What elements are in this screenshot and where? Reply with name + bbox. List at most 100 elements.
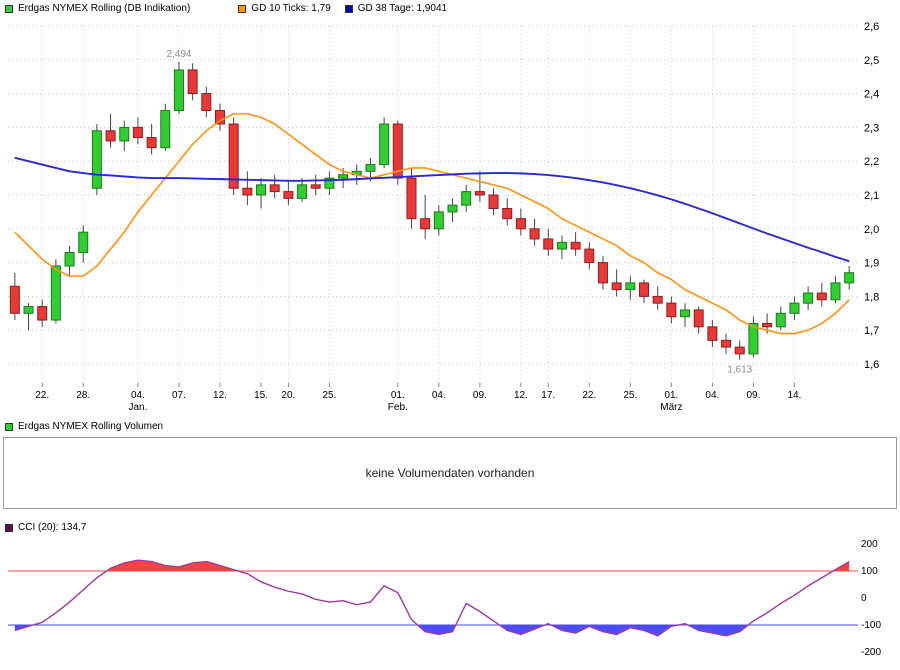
candle	[243, 171, 252, 205]
gd38-label: GD 38 Tage: 1,9041	[358, 3, 447, 14]
candle	[544, 229, 553, 256]
svg-text:04.: 04.	[705, 390, 719, 401]
candle	[147, 124, 156, 154]
candle	[79, 225, 88, 262]
month-label: Jan.	[128, 402, 147, 413]
svg-text:-200: -200	[861, 647, 881, 658]
svg-text:2,6: 2,6	[864, 21, 879, 33]
candle	[790, 296, 799, 320]
candles	[10, 62, 853, 360]
candle	[667, 296, 676, 323]
svg-text:25.: 25.	[623, 390, 637, 401]
candle	[735, 340, 744, 359]
candle	[681, 303, 690, 327]
candle	[475, 171, 484, 201]
chart-window: Erdgas NYMEX Rolling (DB Indikation) GD …	[0, 0, 900, 666]
candle	[571, 232, 580, 256]
candle	[188, 63, 197, 100]
candle	[421, 195, 430, 239]
svg-text:20.: 20.	[281, 390, 295, 401]
candle	[174, 62, 183, 114]
candle	[585, 242, 594, 269]
candle	[257, 178, 266, 208]
candle	[393, 121, 402, 185]
candle	[831, 276, 840, 303]
svg-text:2,2: 2,2	[864, 156, 879, 168]
candle	[106, 114, 115, 148]
svg-text:09.: 09.	[473, 390, 487, 401]
candle	[216, 104, 225, 131]
svg-text:1,8: 1,8	[864, 291, 879, 303]
candle	[65, 246, 74, 276]
candle	[202, 87, 211, 117]
cci-line	[15, 560, 849, 636]
date-axis: 22.28.04.07.12.15.20.25.01.04.09.12.17.2…	[35, 383, 801, 413]
gd10-color-swatch	[238, 5, 246, 13]
candle	[776, 307, 785, 331]
candle	[557, 236, 566, 260]
volume-color-swatch	[5, 423, 13, 431]
cci-legend: CCI (20): 134,7	[0, 521, 900, 534]
candle	[694, 307, 703, 334]
svg-text:28.: 28.	[76, 390, 90, 401]
legend-item-gd10: GD 10 Ticks: 1,79	[238, 3, 330, 14]
svg-text:09.: 09.	[746, 390, 760, 401]
candle	[722, 334, 731, 354]
candle	[626, 276, 635, 300]
svg-text:1,7: 1,7	[864, 325, 879, 337]
gd10-line	[15, 114, 849, 334]
svg-text:2,3: 2,3	[864, 122, 879, 134]
candle	[516, 209, 525, 236]
candle	[640, 280, 649, 304]
candle	[380, 117, 389, 168]
svg-text:04.: 04.	[432, 390, 446, 401]
candle	[804, 286, 813, 310]
price-grid	[8, 26, 858, 383]
candle	[612, 269, 621, 296]
price-axis-labels: 2,62,52,42,32,22,12,01,91,81,71,6	[864, 21, 879, 371]
svg-text:22.: 22.	[35, 390, 49, 401]
svg-text:2,1: 2,1	[864, 190, 879, 202]
candle	[161, 104, 170, 151]
svg-text:2,4: 2,4	[864, 89, 879, 101]
volume-legend: Erdgas NYMEX Rolling Volumen	[0, 420, 900, 433]
volume-empty-message: keine Volumendaten vorhanden	[366, 466, 535, 480]
price-annotation: 1,613	[727, 365, 752, 376]
price-chart[interactable]: 2,62,52,42,32,22,12,01,91,81,71,622.28.0…	[0, 15, 900, 415]
candle	[284, 181, 293, 205]
cci-overbought-fill	[15, 560, 849, 636]
legend-item-gd38: GD 38 Tage: 1,9041	[345, 3, 447, 14]
svg-text:17.: 17.	[541, 390, 555, 401]
cci-color-swatch	[5, 524, 13, 532]
svg-text:07.: 07.	[172, 390, 186, 401]
cci-label: CCI (20): 134,7	[18, 522, 86, 533]
candle	[133, 117, 142, 144]
candle	[489, 188, 498, 215]
candle	[530, 219, 539, 246]
svg-text:12.: 12.	[514, 390, 528, 401]
gd10-label: GD 10 Ticks: 1,79	[251, 3, 330, 14]
candle	[10, 273, 19, 320]
candle	[38, 300, 47, 327]
svg-text:0: 0	[861, 593, 867, 604]
cci-chart[interactable]: 2001000-100-200	[0, 534, 900, 666]
instrument-label: Erdgas NYMEX Rolling (DB Indikation)	[18, 3, 190, 14]
svg-text:04.: 04.	[131, 390, 145, 401]
candle	[845, 266, 854, 290]
svg-text:1,6: 1,6	[864, 359, 879, 371]
candle	[749, 317, 758, 358]
svg-text:2,0: 2,0	[864, 224, 879, 236]
svg-text:12.: 12.	[213, 390, 227, 401]
cci-oversold-fill	[15, 560, 849, 636]
price-annotation: 2,494	[166, 49, 191, 60]
svg-text:25.: 25.	[322, 390, 336, 401]
candle	[229, 117, 238, 195]
candle	[708, 320, 717, 347]
month-label: März	[660, 402, 682, 413]
cci-axis-labels: 2001000-100-200	[861, 539, 881, 658]
svg-text:15.: 15.	[254, 390, 268, 401]
svg-text:200: 200	[861, 539, 878, 550]
volume-panel: keine Volumendaten vorhanden	[3, 437, 897, 509]
legend-item-instrument: Erdgas NYMEX Rolling (DB Indikation)	[5, 3, 190, 14]
candle	[653, 286, 662, 310]
